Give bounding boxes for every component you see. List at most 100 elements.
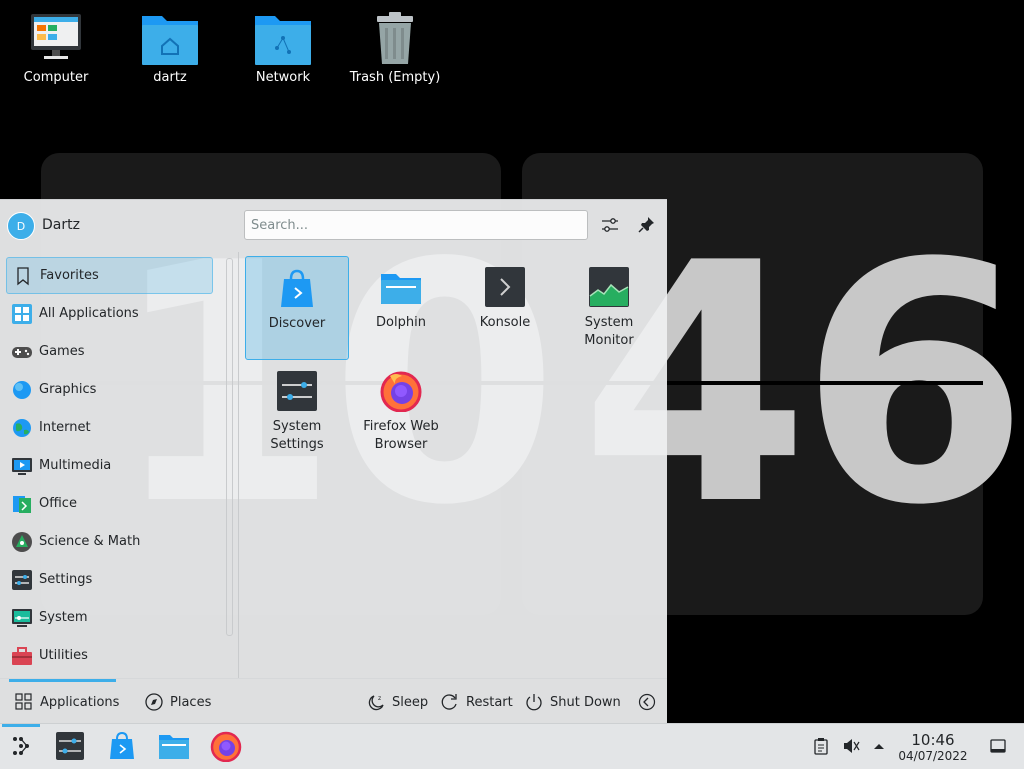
- sidebar-item-label: Office: [39, 496, 77, 511]
- sidebar-item-settings[interactable]: Settings: [6, 561, 213, 598]
- app-label: System Monitor: [584, 315, 634, 348]
- sidebar-item-label: Utilities: [39, 648, 88, 663]
- home-folder-icon: [140, 8, 200, 66]
- network-folder-icon: [253, 8, 313, 66]
- sidebar-item-label: Settings: [39, 572, 93, 587]
- sidebar-item-label: Science & Math: [39, 534, 141, 549]
- sleep-icon: z: [366, 692, 386, 712]
- system-icon: [11, 607, 33, 629]
- app-system-settings[interactable]: System Settings: [245, 360, 349, 464]
- sidebar-item-games[interactable]: Games: [6, 333, 213, 370]
- launcher-icon: [13, 737, 29, 755]
- task-dolphin[interactable]: [158, 730, 190, 762]
- sidebar-scrollbar[interactable]: [226, 258, 233, 636]
- search-input[interactable]: [244, 210, 588, 240]
- app-label: Discover: [268, 316, 326, 331]
- sidebar-item-favorites[interactable]: Favorites: [6, 257, 213, 294]
- app-system-monitor[interactable]: System Monitor: [557, 256, 661, 360]
- desktop-icon-trash[interactable]: Trash (Empty): [345, 8, 445, 86]
- discover-icon: [110, 731, 134, 759]
- science-icon: [11, 531, 33, 553]
- settings-icon: [11, 569, 33, 591]
- dolphin-icon: [380, 266, 422, 308]
- graphics-icon: [11, 379, 33, 401]
- compass-icon: [144, 692, 164, 712]
- gamepad-icon: [11, 341, 33, 363]
- launcher-footer: Applications Places z Sleep Restart Shut…: [0, 678, 667, 725]
- trash-icon: [365, 8, 425, 66]
- computer-icon: [26, 8, 86, 66]
- desktop-icon-label: dartz: [153, 70, 187, 85]
- system-monitor-icon: [588, 266, 630, 308]
- sidebar-item-office[interactable]: Office: [6, 485, 213, 522]
- application-launcher-button[interactable]: [5, 730, 37, 762]
- desktop-icon-network[interactable]: Network: [233, 8, 333, 86]
- app-label: Dolphin: [376, 315, 426, 330]
- volume-muted-icon: [844, 739, 860, 753]
- sidebar-item-all-applications[interactable]: All Applications: [6, 295, 213, 332]
- launcher-active-indicator: [2, 724, 40, 727]
- leave-options-button[interactable]: [637, 691, 663, 713]
- toolbox-icon: [11, 645, 33, 667]
- discover-icon: [276, 267, 318, 309]
- grid-icon: [11, 303, 33, 325]
- sleep-button[interactable]: z Sleep: [366, 691, 428, 713]
- tray-clipboard[interactable]: [812, 737, 830, 755]
- active-tab-indicator: [9, 679, 116, 682]
- app-label: System Settings: [270, 419, 324, 452]
- sidebar-item-label: All Applications: [39, 306, 139, 321]
- multimedia-icon: [11, 455, 33, 477]
- svg-text:z: z: [378, 695, 381, 702]
- sidebar-item-utilities[interactable]: Utilities: [6, 637, 213, 674]
- clock-date[interactable]: 04/07/2022: [893, 749, 973, 763]
- app-discover[interactable]: Discover: [245, 256, 349, 360]
- shutdown-button[interactable]: Shut Down: [524, 691, 621, 713]
- desktop-icon-computer[interactable]: Computer: [6, 8, 106, 86]
- grid-icon: [14, 692, 34, 712]
- task-system-settings[interactable]: [54, 730, 86, 762]
- globe-icon: [11, 417, 33, 439]
- sidebar-item-graphics[interactable]: Graphics: [6, 371, 213, 408]
- app-dolphin[interactable]: Dolphin: [349, 256, 453, 360]
- task-firefox[interactable]: [210, 730, 242, 763]
- tab-label: Applications: [40, 694, 120, 710]
- chevron-up-icon: [874, 744, 884, 749]
- sidebar-item-label: Multimedia: [39, 458, 112, 473]
- launcher-divider: [238, 252, 239, 678]
- system-settings-icon: [276, 370, 318, 412]
- clipboard-icon: [814, 738, 828, 755]
- desktop-icon-home-folder[interactable]: dartz: [120, 8, 220, 86]
- show-desktop-icon: [990, 739, 1006, 753]
- konsole-icon: [484, 266, 526, 308]
- clock-time[interactable]: 10:46: [898, 731, 968, 749]
- sidebar-item-label: System: [39, 610, 88, 625]
- tab-places[interactable]: Places: [144, 691, 211, 713]
- pin-button[interactable]: [634, 213, 658, 237]
- sidebar-item-science-math[interactable]: Science & Math: [6, 523, 213, 560]
- tray-volume[interactable]: [842, 737, 860, 755]
- sidebar-item-system[interactable]: System: [6, 599, 213, 636]
- application-launcher: D Dartz Favorites: [0, 199, 667, 724]
- restart-button[interactable]: Restart: [440, 691, 513, 713]
- sidebar-item-label: Games: [39, 344, 85, 359]
- desktop-icon-label: Trash (Empty): [349, 70, 441, 85]
- app-firefox[interactable]: Firefox Web Browser: [349, 360, 453, 464]
- app-konsole[interactable]: Konsole: [453, 256, 557, 360]
- power-icon: [524, 692, 544, 712]
- sidebar-item-internet[interactable]: Internet: [6, 409, 213, 446]
- office-icon: [11, 493, 33, 515]
- show-desktop-button[interactable]: [989, 737, 1007, 755]
- pin-icon: [638, 217, 654, 233]
- tab-applications[interactable]: Applications: [14, 691, 119, 713]
- user-avatar[interactable]: D: [7, 212, 35, 240]
- user-name: Dartz: [42, 217, 80, 233]
- category-sidebar: Favorites All Applications Games Graphic…: [0, 252, 222, 676]
- launcher-header: D Dartz: [0, 200, 667, 250]
- tab-label: Places: [170, 694, 212, 710]
- firefox-icon: [380, 370, 422, 413]
- system-settings-icon: [56, 732, 84, 760]
- task-discover[interactable]: [106, 730, 138, 762]
- sidebar-item-multimedia[interactable]: Multimedia: [6, 447, 213, 484]
- tray-expand-button[interactable]: [870, 737, 888, 755]
- configure-button[interactable]: [598, 213, 622, 237]
